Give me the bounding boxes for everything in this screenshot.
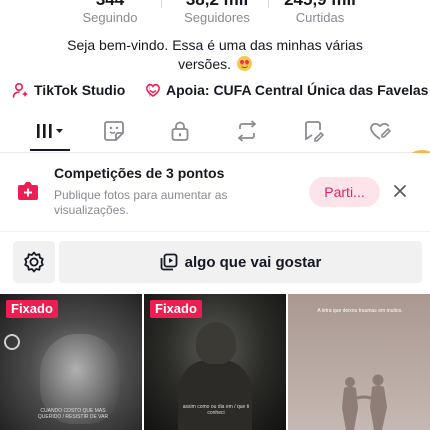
play-stack-icon: [160, 253, 178, 271]
sticker-icon: [104, 121, 124, 141]
tab-stickers[interactable]: [94, 116, 134, 146]
following-label: Seguindo: [82, 10, 138, 25]
lock-icon: [171, 121, 189, 141]
promo-participate-button[interactable]: Parti...: [309, 177, 380, 207]
tab-reposts[interactable]: [227, 116, 267, 146]
profile-stats: 344 Seguindo 38,2 mil Seguidores 245,9 m…: [0, 0, 430, 25]
promo-title: Competições de 3 pontos: [54, 165, 225, 181]
user-sparkle-icon: [12, 82, 28, 98]
profile-tabs: [0, 112, 430, 152]
shadow-figures-image: [342, 374, 387, 430]
section-divider: [0, 231, 430, 232]
heart-hands-icon: [146, 83, 160, 97]
tab-favorites[interactable]: [294, 116, 334, 146]
stat-followers[interactable]: 38,2 mil Seguidores: [162, 0, 272, 25]
grid-icon: [37, 124, 63, 138]
stat-likes[interactable]: 245,9 mil Curtidas: [265, 0, 375, 25]
thumbnail-person: [178, 360, 252, 430]
settings-filter-button[interactable]: [13, 241, 55, 283]
followers-count: 38,2 mil: [162, 0, 272, 10]
likes-label: Curtidas: [295, 10, 345, 25]
pinned-badge: Fixado: [6, 300, 58, 318]
tab-liked[interactable]: [360, 116, 400, 146]
profile-bio: Seja bem-vindo. Essa é uma das minhas vá…: [40, 36, 390, 74]
thumbnail-caption: CUANDO COSTO QUE MAS QUERIDO / RESISTIR …: [37, 408, 109, 420]
repost-icon: [237, 120, 257, 142]
tiktok-studio-link[interactable]: TikTok Studio: [12, 80, 125, 100]
following-count: 344: [55, 0, 165, 10]
tab-private[interactable]: [160, 116, 200, 146]
bookmark-icon: [305, 121, 325, 142]
video-grid: Fixado CUANDO COSTO QUE MAS QUERIDO / RE…: [0, 294, 430, 430]
support-link[interactable]: Apoia: CUFA Central Única das Favelas: [145, 80, 428, 100]
thumbnail-head: [196, 322, 236, 364]
thumbnail-caption: A letra que deixou traumas em muitos.: [317, 308, 403, 314]
thumbnail-caption: assim como ou dia em / que ti conheci: [182, 404, 250, 416]
bio-line-2: versões.: [40, 55, 390, 74]
suggested-label: algo que vai gostar: [184, 253, 322, 271]
heart-slash-icon: [370, 123, 392, 140]
bio-line-1: Seja bem-vindo. Essa é uma das minhas vá…: [67, 37, 363, 53]
promo-banner: Competições de 3 pontos Publique fotos p…: [0, 153, 430, 231]
photo-plus-icon: [18, 182, 38, 200]
camera-ring-icon: [4, 334, 20, 350]
close-icon[interactable]: [392, 183, 408, 199]
gear-icon: [24, 251, 44, 273]
suggested-for-you-button[interactable]: algo que vai gostar: [59, 241, 422, 283]
pinned-badge: Fixado: [150, 300, 202, 318]
likes-count: 245,9 mil: [265, 0, 375, 10]
active-tab-indicator: [30, 149, 70, 151]
video-thumbnail[interactable]: Fixado CUANDO COSTO QUE MAS QUERIDO / RE…: [0, 294, 142, 430]
support-label: Apoia: CUFA Central Única das Favelas: [166, 82, 429, 98]
bio-line-2-text: versões.: [178, 56, 232, 72]
tiktok-studio-label: TikTok Studio: [34, 82, 126, 98]
promo-description: Publique fotos para aumentar as visualiz…: [54, 188, 228, 217]
stat-following[interactable]: 344 Seguindo: [55, 0, 165, 25]
followers-label: Seguidores: [184, 10, 250, 25]
video-thumbnail[interactable]: A letra que deixou traumas em muitos.: [288, 294, 430, 430]
heart-eyes-emoji-icon: [236, 56, 252, 71]
video-thumbnail[interactable]: Fixado assim como ou dia em / que ti con…: [144, 294, 286, 430]
tab-videos[interactable]: [30, 116, 70, 146]
